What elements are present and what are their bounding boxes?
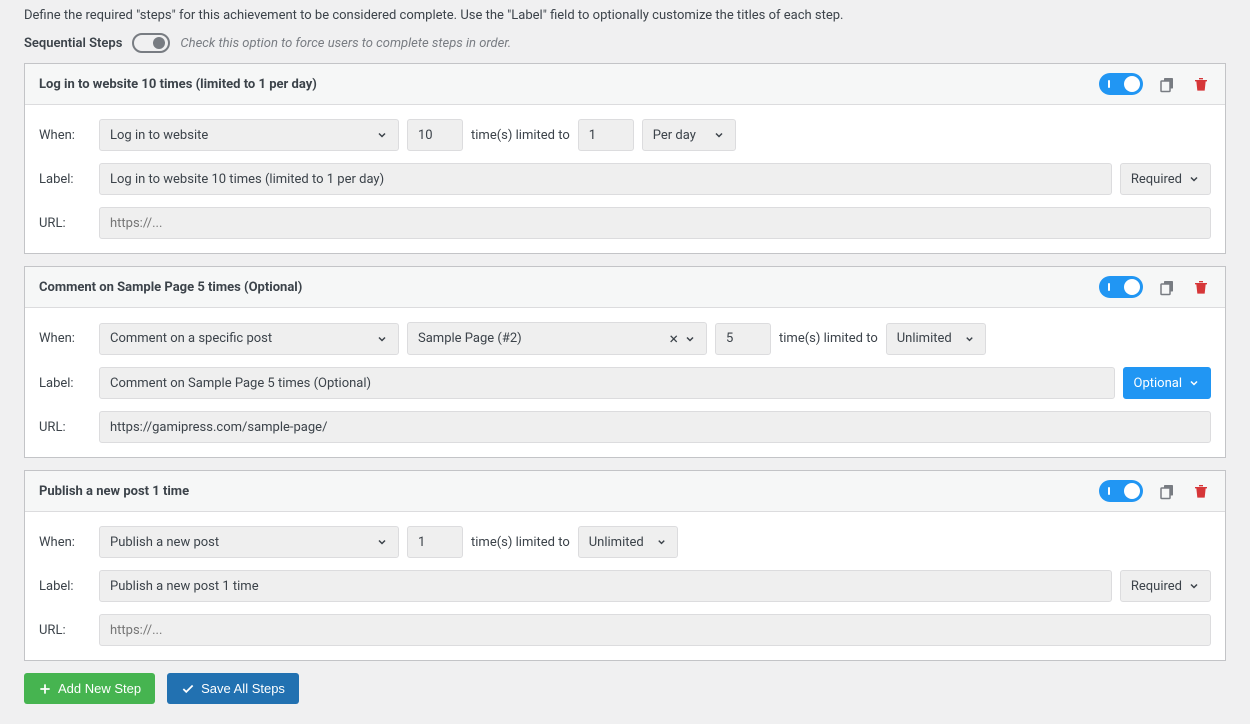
limit-period-select[interactable]: Unlimited (578, 526, 678, 558)
url-row: URL: (39, 411, 1211, 443)
when-trigger-select[interactable]: Publish a new post (99, 526, 399, 558)
step-enable-toggle[interactable] (1099, 480, 1143, 502)
requirement-value: Optional (1134, 376, 1182, 391)
when-trigger-select[interactable]: Comment on a specific post (99, 323, 399, 355)
delete-icon[interactable] (1191, 277, 1211, 297)
times-input[interactable] (407, 526, 463, 558)
when-trigger-value: Log in to website (110, 128, 208, 143)
step-actions (1099, 480, 1211, 502)
times-input[interactable] (715, 323, 771, 355)
url-label: URL: (39, 420, 91, 435)
requirement-select[interactable]: Optional (1123, 367, 1211, 399)
when-trigger-value: Publish a new post (110, 535, 219, 550)
check-icon (181, 682, 195, 696)
step-card: Comment on Sample Page 5 times (Optional… (24, 266, 1226, 458)
sequential-toggle[interactable] (132, 33, 170, 53)
step-enable-toggle[interactable] (1099, 276, 1143, 298)
step-title: Comment on Sample Page 5 times (Optional… (39, 280, 302, 295)
label-input[interactable] (99, 367, 1115, 399)
post-target-combo[interactable]: Sample Page (#2) × (407, 322, 707, 355)
url-label: URL: (39, 216, 91, 231)
chevron-down-icon (713, 129, 725, 141)
clear-icon[interactable]: × (669, 329, 678, 348)
label-label: Label: (39, 579, 91, 594)
times-limited-text: time(s) limited to (471, 535, 570, 550)
when-row: When: Log in to website time(s) limited … (39, 119, 1211, 151)
plus-icon (38, 682, 52, 696)
step-enable-toggle[interactable] (1099, 73, 1143, 95)
limit-period-value: Unlimited (897, 331, 952, 346)
chevron-down-icon (1188, 377, 1200, 389)
chevron-down-icon (376, 536, 388, 548)
label-row: Label: Required (39, 570, 1211, 602)
post-target-value: Sample Page (#2) (418, 331, 522, 346)
footer-buttons: Add New Step Save All Steps (24, 673, 1226, 704)
chevron-down-icon (376, 129, 388, 141)
when-label: When: (39, 535, 91, 550)
limit-period-value: Unlimited (589, 535, 644, 550)
intro-text: Define the required "steps" for this ach… (24, 8, 1226, 23)
step-body: When: Log in to website time(s) limited … (25, 105, 1225, 253)
duplicate-icon[interactable] (1157, 74, 1177, 94)
label-input[interactable] (99, 570, 1112, 602)
chevron-down-icon (684, 333, 696, 345)
when-row: When: Comment on a specific post Sample … (39, 322, 1211, 355)
chevron-down-icon (376, 333, 388, 345)
when-trigger-value: Comment on a specific post (110, 331, 272, 346)
sequential-steps-row: Sequential Steps Check this option to fo… (24, 33, 1226, 53)
step-card: Log in to website 10 times (limited to 1… (24, 63, 1226, 254)
duplicate-icon[interactable] (1157, 277, 1177, 297)
duplicate-icon[interactable] (1157, 481, 1177, 501)
save-all-steps-button[interactable]: Save All Steps (167, 673, 299, 704)
add-new-step-button[interactable]: Add New Step (24, 673, 155, 704)
limit-count-input[interactable] (578, 119, 634, 151)
url-row: URL: (39, 614, 1211, 646)
limit-period-select[interactable]: Unlimited (886, 323, 986, 355)
url-row: URL: (39, 207, 1211, 239)
label-input[interactable] (99, 163, 1112, 195)
step-actions (1099, 276, 1211, 298)
save-button-label: Save All Steps (201, 681, 285, 696)
step-title: Log in to website 10 times (limited to 1… (39, 77, 317, 92)
delete-icon[interactable] (1191, 481, 1211, 501)
url-input[interactable] (99, 411, 1211, 443)
chevron-down-icon (964, 333, 975, 345)
label-row: Label: Optional (39, 367, 1211, 399)
url-input[interactable] (99, 614, 1211, 646)
step-actions (1099, 73, 1211, 95)
label-label: Label: (39, 172, 91, 187)
step-header: Log in to website 10 times (limited to 1… (25, 64, 1225, 105)
step-card: Publish a new post 1 time When: Publish … (24, 470, 1226, 661)
times-limited-text: time(s) limited to (779, 331, 878, 346)
step-body: When: Publish a new post time(s) limited… (25, 512, 1225, 660)
times-input[interactable] (407, 119, 463, 151)
step-body: When: Comment on a specific post Sample … (25, 308, 1225, 457)
step-header: Comment on Sample Page 5 times (Optional… (25, 267, 1225, 308)
chevron-down-icon (1188, 173, 1200, 185)
step-header: Publish a new post 1 time (25, 471, 1225, 512)
label-label: Label: (39, 376, 91, 391)
add-button-label: Add New Step (58, 681, 141, 696)
url-input[interactable] (99, 207, 1211, 239)
requirement-value: Required (1131, 579, 1182, 594)
times-limited-text: time(s) limited to (471, 128, 570, 143)
chevron-down-icon (1188, 580, 1200, 592)
requirement-select[interactable]: Required (1120, 570, 1211, 602)
requirement-value: Required (1131, 172, 1182, 187)
delete-icon[interactable] (1191, 74, 1211, 94)
label-row: Label: Required (39, 163, 1211, 195)
when-trigger-select[interactable]: Log in to website (99, 119, 399, 151)
requirement-select[interactable]: Required (1120, 163, 1211, 195)
when-row: When: Publish a new post time(s) limited… (39, 526, 1211, 558)
chevron-down-icon (656, 536, 667, 548)
limit-period-value: Per day (653, 128, 696, 143)
sequential-label: Sequential Steps (24, 36, 122, 51)
step-title: Publish a new post 1 time (39, 484, 189, 499)
toggle-knob (153, 37, 165, 49)
when-label: When: (39, 128, 91, 143)
when-label: When: (39, 331, 91, 346)
url-label: URL: (39, 623, 91, 638)
limit-period-select[interactable]: Per day (642, 119, 736, 151)
sequential-help: Check this option to force users to comp… (180, 36, 511, 51)
